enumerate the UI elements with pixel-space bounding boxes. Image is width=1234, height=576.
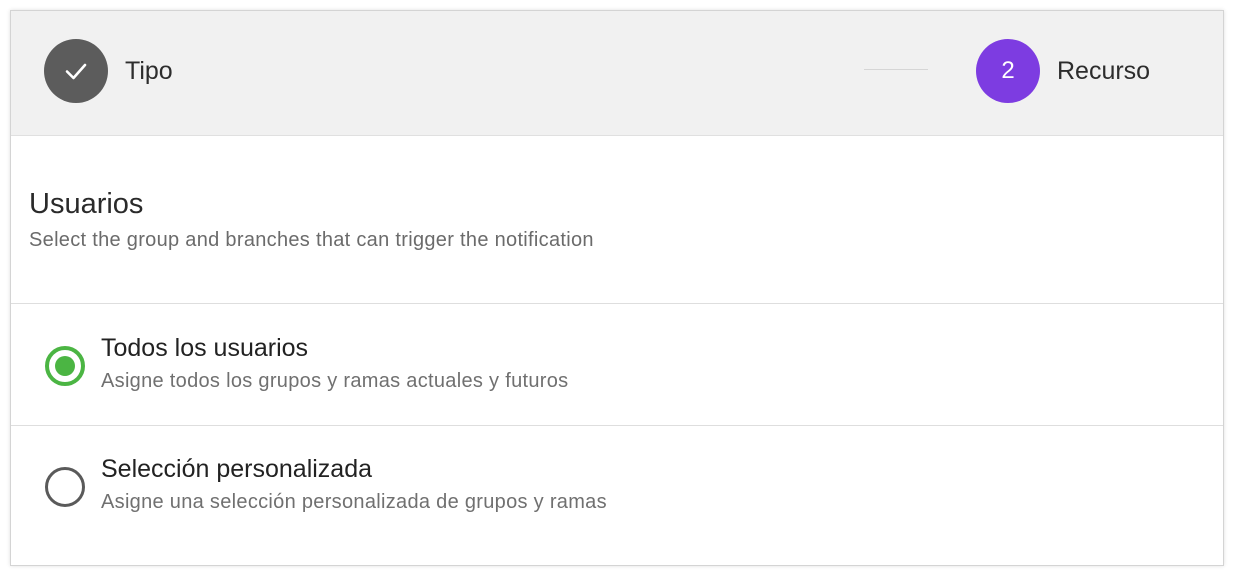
step-label: Tipo bbox=[125, 56, 173, 85]
step-number-badge: 2 bbox=[976, 39, 1040, 103]
stepper: Tipo 2 Recurso bbox=[11, 11, 1223, 136]
option-all-users[interactable]: Todos los usuarios Asigne todos los grup… bbox=[11, 304, 1223, 426]
section-subtitle: Select the group and branches that can t… bbox=[29, 229, 594, 251]
section-title: Usuarios bbox=[29, 188, 144, 220]
option-description: Asigne una selección personalizada de gr… bbox=[101, 491, 607, 513]
option-title: Todos los usuarios bbox=[101, 334, 309, 362]
step-recurso[interactable]: 2 Recurso bbox=[976, 39, 1150, 103]
step-tipo[interactable]: Tipo bbox=[44, 39, 173, 103]
step-label: Recurso bbox=[1057, 56, 1151, 85]
section-header: Usuarios Select the group and branches t… bbox=[11, 136, 1223, 304]
radio-dot bbox=[55, 356, 75, 376]
step-completed-badge bbox=[44, 39, 108, 103]
check-icon bbox=[65, 63, 87, 80]
option-title: Selección personalizada bbox=[101, 455, 373, 483]
radio-button-unselected[interactable] bbox=[45, 467, 85, 507]
option-description: Asigne todos los grupos y ramas actuales… bbox=[101, 370, 569, 392]
step-connector bbox=[864, 69, 928, 70]
option-custom-selection[interactable]: Selección personalizada Asigne una selec… bbox=[11, 426, 1223, 547]
radio-button-selected[interactable] bbox=[45, 346, 85, 386]
wizard-panel: Tipo 2 Recurso Usuarios Select the group… bbox=[10, 10, 1224, 566]
